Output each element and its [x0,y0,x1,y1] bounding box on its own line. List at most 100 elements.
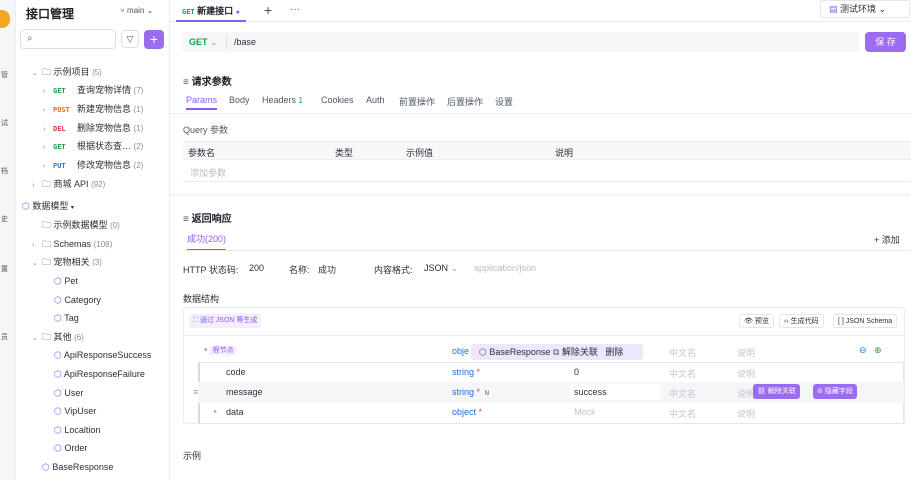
rail-item-1[interactable]: 管 [1,70,8,80]
field-type[interactable]: string * [452,367,480,377]
tree-section-data-models[interactable]: ⬡ 数据模型 ▾ [22,197,74,215]
hide-field-button[interactable]: ⊘ 隐藏字段 [813,384,857,399]
filter-button[interactable]: ▽ [121,30,139,48]
tab-new-api[interactable]: GET 新建接口 ● [176,0,246,22]
rail-item-3[interactable]: 档 [1,166,8,176]
tab-settings[interactable]: 设置 [495,95,513,108]
add-tab-button[interactable]: + [264,2,272,18]
more-tabs-button[interactable]: ··· [290,4,300,15]
field-name-message[interactable]: message [226,387,263,397]
tab-post-request[interactable]: 后置操作 [447,95,483,108]
branch-selector[interactable]: ⑂ main ⌄ [120,6,153,15]
cn-name-field[interactable]: 中文名 [669,346,696,359]
chevron-right-icon[interactable]: ▸ [214,408,217,415]
tab-params[interactable]: Params [186,95,218,110]
required-icon[interactable]: * [477,387,481,397]
tab-body[interactable]: Body [229,95,250,105]
delete-button[interactable]: 删除 [605,347,623,357]
tree-folder-示例项目[interactable]: ⌄ 🗀 示例项目 (5) [32,63,102,81]
required-icon[interactable]: * [477,367,481,377]
tree-api-item[interactable]: › POST 新建宠物信息 (1) [43,100,143,118]
folder-icon: 🗀 [42,67,52,77]
tree-folder-商城API[interactable]: › 🗀 商城 API (92) [32,175,105,193]
rail-item-6[interactable]: 员 [1,332,8,342]
field-name-data[interactable]: data [226,407,244,417]
tab-auth[interactable]: Auth [366,95,385,105]
root-node-label: 根节点 [209,346,237,355]
tree-folder-schemas[interactable]: › 🗀 Schemas (108) [32,235,112,253]
cn-name-field[interactable]: 中文名 [669,407,696,420]
tab-pre-request[interactable]: 前置操作 [399,95,435,108]
tree-model-item[interactable]: ⬡ VipUser [54,402,96,420]
tree-api-item[interactable]: › GET 查询宠物详情 (7) [43,81,143,99]
add-response-button[interactable]: + 添加 [874,233,900,246]
field-type-label: string [452,367,475,377]
drag-handle-icon[interactable]: ≡ [193,387,198,397]
description-field[interactable]: 说明 [737,407,755,420]
cube-icon: ⬡ [54,350,62,360]
add-child-icon[interactable]: ⊕ [874,345,882,356]
field-name-code[interactable]: code [226,367,246,377]
tree-folder-示例数据模型[interactable]: 🗀 示例数据模型 (0) [42,216,120,234]
description-field[interactable]: 说明 [737,367,755,380]
chevron-down-icon: ⌄ [32,260,38,267]
mock-value[interactable]: 0 [574,367,579,377]
response-name-value[interactable]: 成功 [318,263,336,276]
root-node-row[interactable]: ▾ 根节点 [204,345,237,355]
save-button[interactable]: 保 存 [865,32,906,52]
tree-api-item[interactable]: › PUT 修改宠物信息 (2) [43,156,143,174]
chevron-down-icon: ⌄ [32,70,38,77]
root-type[interactable]: obje [452,346,469,356]
tree-model-item[interactable]: ⬡ User [54,384,83,402]
generate-from-json-button[interactable]: ⛶ 通过 JSON 等生成 [189,314,262,328]
tree-folder-其他[interactable]: ⌄ 🗀 其他 (6) [32,328,84,346]
field-type[interactable]: string * N [452,387,491,397]
required-icon[interactable]: * [479,407,483,417]
cn-name-field[interactable]: 中文名 [669,387,696,400]
mock-value-input[interactable]: success [570,384,660,400]
search-input[interactable]: ⌕ [20,29,116,49]
tree-folder-宠物相关[interactable]: ⌄ 🗀 宠物相关 (3) [32,253,102,271]
method-select[interactable]: GET ⌄ [189,37,218,48]
tree-model-item[interactable]: ⬡ Localtion [54,421,100,439]
nullable-toggle[interactable]: N [482,391,491,397]
add-param-input[interactable]: 添加参数 [190,166,226,179]
url-input[interactable]: /base [234,37,834,47]
tab-response-200[interactable]: 成功(200) [187,232,227,251]
collapse-icon[interactable]: ⊖ [859,345,867,356]
tree-model-item[interactable]: ⬡ Pet [54,272,78,290]
tree-model-item[interactable]: ⬡ ApiResponseFailure [54,365,145,383]
rail-item-5[interactable]: 置 [1,264,8,274]
generate-label: 通过 JSON 等生成 [199,317,258,324]
environment-selector[interactable]: ▤ 测试环境 ⌄ [820,0,910,18]
rail-item-4[interactable]: 史 [1,214,8,224]
json-schema-button[interactable]: [ ] JSON Schema [833,314,898,328]
add-button[interactable]: + [144,30,164,49]
tab-cookies[interactable]: Cookies [321,95,354,105]
description-field[interactable]: 说明 [737,346,755,359]
tree-model-item[interactable]: ⬡ Order [54,439,87,457]
tree-model-item[interactable]: ⬡ Category [54,291,101,309]
tree-model-item[interactable]: ⬡ Tag [54,309,79,327]
mock-value[interactable]: Mock [574,407,596,417]
tree-model-item[interactable]: ⬡ BaseResponse [42,458,113,476]
unlink-button[interactable]: 解除关联 [562,347,598,357]
cn-name-field[interactable]: 中文名 [669,367,696,380]
ref-model-name[interactable]: BaseResponse [489,347,550,357]
field-type[interactable]: object * [452,407,482,417]
tab-label: 新建接口 [197,6,234,16]
unlink-icon: ⛓ [757,388,766,395]
unlink-field-button[interactable]: ⛓ 解除关联 [753,384,800,399]
field-type-label: object [452,407,477,417]
generate-code-button[interactable]: ‹› 生成代码 [779,314,824,328]
rail-item-2[interactable]: 试 [1,118,8,128]
method-badge: POST [53,106,70,114]
status-code-value[interactable]: 200 [249,263,264,273]
tree-api-item[interactable]: › DEL 删除宠物信息 (1) [43,119,143,137]
content-format-select[interactable]: JSON ⌄ [424,263,458,274]
cube-icon: ⬡ [54,276,62,286]
tab-headers[interactable]: Headers 1 [262,95,303,105]
tree-api-item[interactable]: › GET 根据状态查… (2) [43,137,143,155]
tree-model-item[interactable]: ⬡ ApiResponseSuccess [54,346,151,364]
preview-button[interactable]: 👁 预览 [739,314,774,328]
